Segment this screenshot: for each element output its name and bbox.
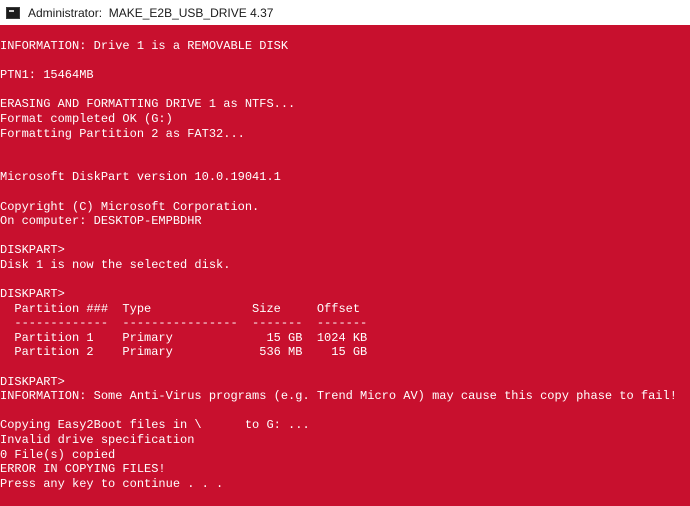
console-line: DISKPART> — [0, 287, 65, 302]
console-line: Formatting Partition 2 as FAT32... — [0, 126, 245, 141]
console-icon — [6, 6, 20, 19]
console-line: INFORMATION: Some Anti-Virus programs (e… — [0, 389, 677, 404]
console-line: Press any key to continue . . . — [0, 476, 224, 491]
console-text: INFORMATION: Drive 1 is a REMOVABLE DISK… — [0, 39, 677, 491]
console-line: Copying Easy2Boot files in \ to G: ... — [0, 418, 310, 433]
title-bar[interactable]: Administrator: MAKE_E2B_USB_DRIVE 4.37 — [0, 0, 690, 25]
console-line: On computer: DESKTOP-EMPBDHR — [0, 214, 202, 229]
console-line: DISKPART> — [0, 243, 65, 258]
title-prefix: Administrator: — [28, 5, 109, 20]
console-line: 0 File(s) copied — [0, 447, 116, 462]
console-line: Invalid drive specification — [0, 433, 195, 448]
console-line: ERASING AND FORMATTING DRIVE 1 as NTFS..… — [0, 97, 296, 112]
console-line: INFORMATION: Drive 1 is a REMOVABLE DISK — [0, 39, 289, 53]
console-line: DISKPART> — [0, 374, 65, 389]
console-output-area[interactable]: INFORMATION: Drive 1 is a REMOVABLE DISK… — [0, 25, 690, 506]
window-title: MAKE_E2B_USB_DRIVE 4.37 — [108, 5, 274, 20]
console-line: Partition 1 Primary 15 GB 1024 KB — [0, 330, 368, 345]
console-line: Disk 1 is now the selected disk. — [0, 257, 231, 272]
console-line: Format completed OK (G:) — [0, 111, 173, 126]
console-line: Partition ### Type Size Offset — [0, 301, 361, 316]
console-line: ERROR IN COPYING FILES! — [0, 462, 166, 477]
console-line: Partition 2 Primary 536 MB 15 GB — [0, 345, 368, 360]
console-line: Copyright (C) Microsoft Corporation. — [0, 199, 260, 214]
console-line: ------------- ---------------- ------- -… — [0, 316, 368, 331]
console-line: PTN1: 15464MB — [0, 68, 94, 83]
console-line: Microsoft DiskPart version 10.0.19041.1 — [0, 170, 281, 185]
console-window: Administrator: MAKE_E2B_USB_DRIVE 4.37 I… — [0, 0, 690, 506]
